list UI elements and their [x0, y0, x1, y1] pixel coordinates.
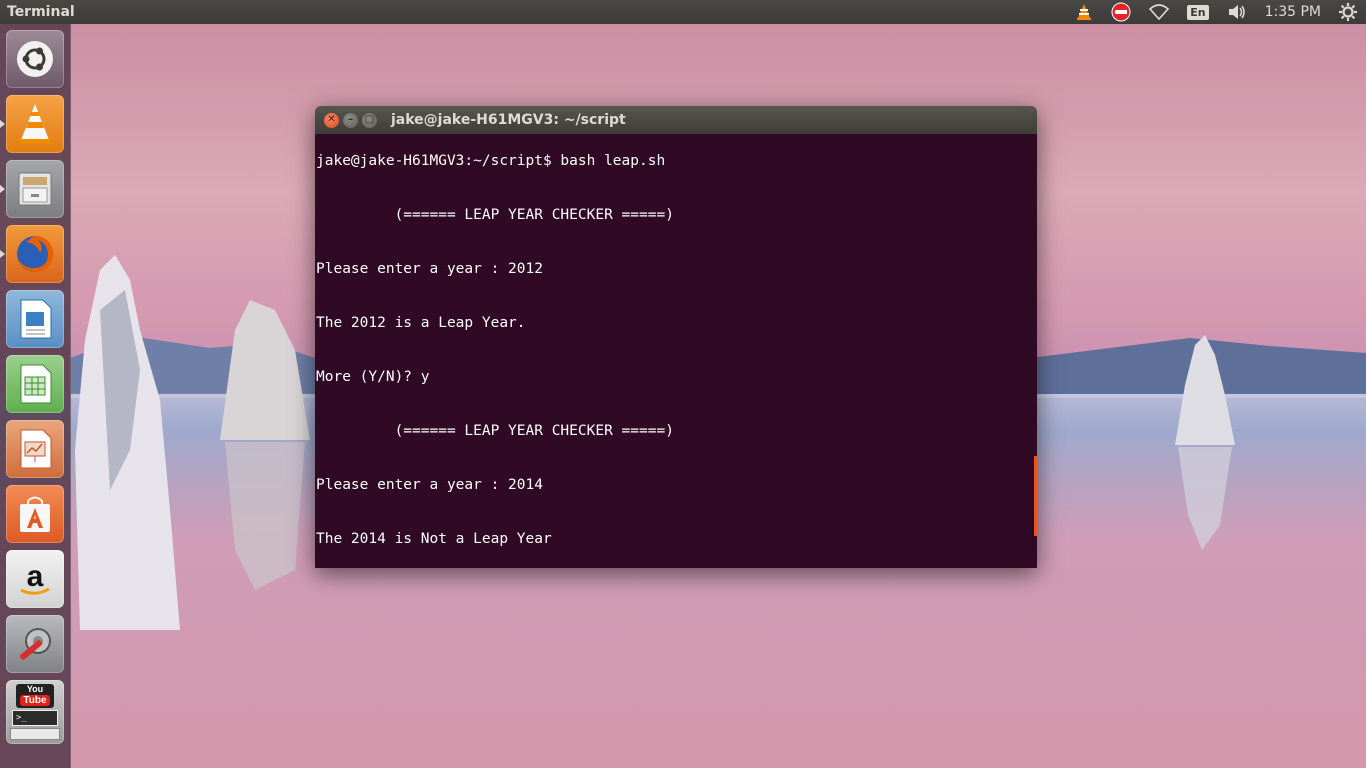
- volume-icon[interactable]: [1227, 0, 1247, 24]
- youtube-logo: You Tube: [16, 684, 54, 708]
- active-app-title: Terminal: [7, 4, 75, 20]
- launcher-item-software-center[interactable]: [6, 485, 64, 543]
- window-title: jake@jake-H61MGV3: ~/script: [391, 112, 626, 128]
- youtube-logo-tube: Tube: [20, 695, 50, 706]
- file-cabinet-icon: [18, 172, 52, 206]
- maximize-button[interactable]: □: [362, 112, 377, 128]
- terminal-line: Please enter a year : 2014: [316, 477, 543, 493]
- youtube-terminal-icon: You Tube >_: [10, 684, 60, 740]
- terminal-line: (====== LEAP YEAR CHECKER =====): [316, 423, 674, 439]
- firefox-icon: [17, 235, 54, 272]
- launcher-item-firefox[interactable]: [0, 225, 64, 283]
- vlc-cone-icon: [18, 104, 52, 144]
- launcher-item-vlc[interactable]: [0, 95, 64, 153]
- writer-document-icon: [20, 299, 52, 339]
- wallpaper-tufa-left: [75, 255, 180, 630]
- launcher-item-system-settings[interactable]: [6, 615, 64, 673]
- terminal-window[interactable]: ✕ – □ jake@jake-H61MGV3: ~/script jake@j…: [315, 106, 1037, 568]
- wallpaper-tufa-center: [220, 300, 310, 590]
- close-button[interactable]: ✕: [324, 112, 339, 128]
- terminal-prompt-icon: >_: [12, 710, 58, 726]
- terminal-line: jake@jake-H61MGV3:~/script$ bash leap.sh: [316, 153, 666, 169]
- terminal-line: (====== LEAP YEAR CHECKER =====): [316, 207, 674, 223]
- terminal-line: The 2012 is a Leap Year.: [316, 315, 526, 331]
- launcher-item-dash[interactable]: [6, 30, 64, 88]
- launcher-item-amazon[interactable]: a: [6, 550, 64, 608]
- ubuntu-logo-icon: [17, 41, 53, 77]
- launcher-item-writer[interactable]: [6, 290, 64, 348]
- amazon-icon: a: [20, 560, 50, 595]
- vlc-tray-icon[interactable]: [1075, 0, 1093, 24]
- keyboard-language-indicator[interactable]: En: [1187, 0, 1209, 24]
- indicator-area: En 1:35 PM: [1066, 0, 1366, 24]
- stacked-panels: [10, 728, 60, 740]
- wrench-gear-icon: [19, 628, 51, 660]
- clock[interactable]: 1:35 PM: [1265, 0, 1321, 24]
- gear-icon[interactable]: [1339, 0, 1357, 24]
- running-indicator: [0, 185, 5, 193]
- launcher-item-impress[interactable]: [6, 420, 64, 478]
- scrollbar[interactable]: [1034, 456, 1037, 536]
- terminal-line: The 2014 is Not a Leap Year: [316, 531, 552, 547]
- launcher-item-youtube-terminal[interactable]: You Tube >_: [6, 680, 64, 744]
- running-indicator: [0, 120, 5, 128]
- calc-spreadsheet-icon: [20, 364, 52, 404]
- shopping-bag-icon: [20, 496, 50, 532]
- impress-presentation-icon: [20, 429, 52, 469]
- launcher-item-calc[interactable]: [6, 355, 64, 413]
- svg-text:a: a: [27, 560, 44, 593]
- running-indicator: [0, 250, 5, 258]
- terminal-line: Please enter a year : 2012: [316, 261, 543, 277]
- launcher: a You Tube >_: [0, 24, 71, 768]
- window-titlebar[interactable]: ✕ – □ jake@jake-H61MGV3: ~/script: [315, 106, 1037, 134]
- youtube-logo-you: You: [26, 684, 44, 694]
- minimize-button[interactable]: –: [343, 112, 358, 128]
- terminal-output[interactable]: jake@jake-H61MGV3:~/script$ bash leap.sh…: [315, 134, 1037, 568]
- no-entry-icon[interactable]: [1111, 0, 1131, 24]
- terminal-line: More (Y/N)? y: [316, 369, 430, 385]
- wallpaper-tufa-right: [1175, 335, 1235, 550]
- launcher-item-files[interactable]: [0, 160, 64, 218]
- top-panel: Terminal En 1:35 PM: [0, 0, 1366, 24]
- wifi-icon[interactable]: [1149, 0, 1170, 24]
